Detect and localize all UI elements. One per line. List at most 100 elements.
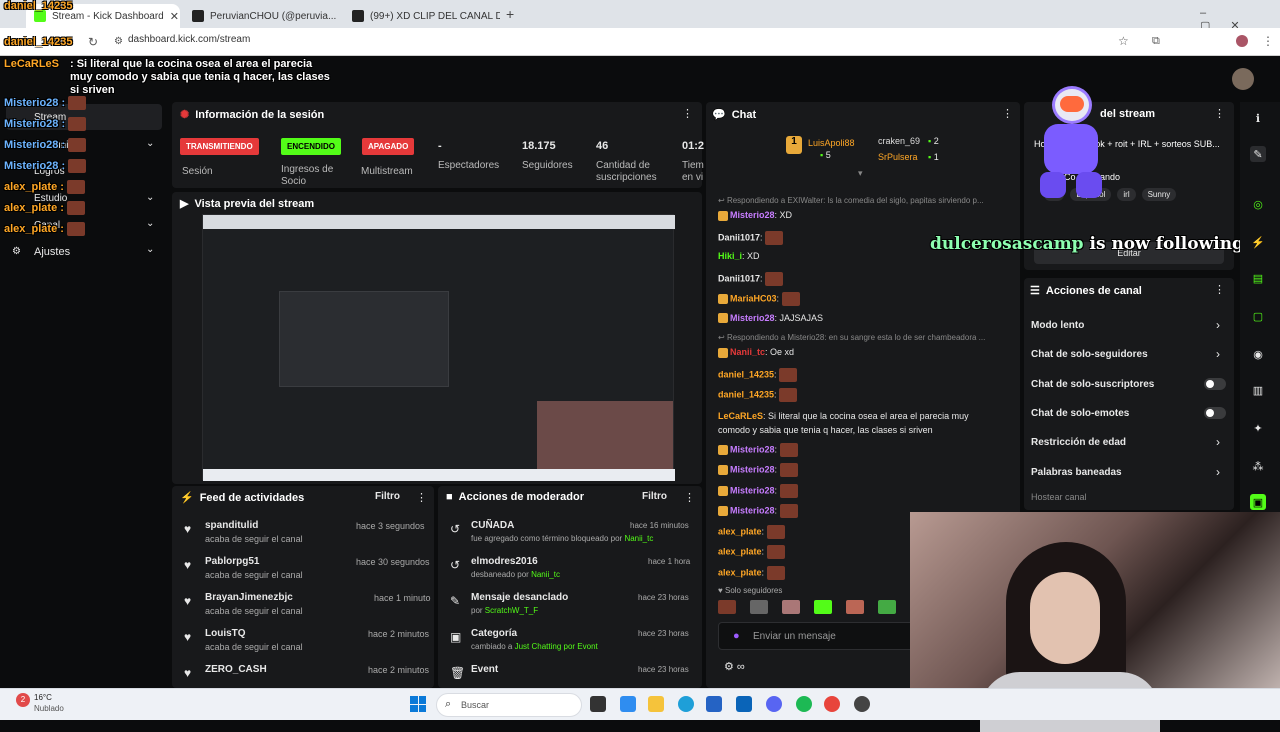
chat-username[interactable]: Hiki_i bbox=[718, 251, 742, 261]
activity-user[interactable]: spanditulid bbox=[205, 520, 258, 531]
mic-icon[interactable]: ● bbox=[733, 630, 740, 642]
chat-username[interactable]: Misterio28 bbox=[730, 313, 775, 323]
chrome-icon[interactable] bbox=[824, 696, 840, 712]
collapse-icon[interactable]: ▾ bbox=[858, 168, 863, 179]
chat-icon[interactable]: ▢ bbox=[1250, 308, 1266, 324]
host-channel[interactable]: Hostear canal bbox=[1031, 492, 1087, 502]
emote-icon[interactable] bbox=[846, 600, 864, 614]
emote-icon[interactable] bbox=[878, 600, 896, 614]
chat-username[interactable]: Misterio28 bbox=[730, 464, 775, 474]
more-icon[interactable]: ⋮ bbox=[1214, 107, 1225, 120]
emote-icon[interactable] bbox=[782, 600, 800, 614]
reload-icon[interactable]: ↻ bbox=[88, 35, 98, 49]
obs-icon[interactable] bbox=[854, 696, 870, 712]
more-icon[interactable]: ⋮ bbox=[416, 491, 427, 504]
site-info-icon[interactable]: ⚙ bbox=[114, 36, 123, 47]
chevron-right-icon[interactable]: › bbox=[1216, 318, 1220, 332]
tab-xd-clip[interactable]: (99+) XD CLIP DEL CANAL DE ✕ bbox=[344, 4, 500, 28]
windows-start-icon[interactable] bbox=[410, 696, 426, 712]
emotes-only-toggle[interactable] bbox=[1204, 407, 1226, 419]
more-icon[interactable]: ⋮ bbox=[1002, 107, 1013, 120]
chat-username[interactable]: daniel_14235 bbox=[718, 389, 774, 399]
menu-icon[interactable]: ⋮ bbox=[1262, 34, 1274, 48]
top-gifter-name[interactable]: LuisApoli88 bbox=[808, 138, 855, 148]
profile-avatar[interactable] bbox=[1236, 35, 1248, 47]
emote-icon[interactable] bbox=[718, 600, 736, 614]
close-icon[interactable]: ✕ bbox=[170, 10, 179, 23]
chat-username[interactable]: daniel_14235 bbox=[718, 369, 774, 379]
file-explorer-icon[interactable] bbox=[648, 696, 664, 712]
chevron-down-icon[interactable]: ⌄ bbox=[146, 244, 154, 255]
broadcast-icon[interactable]: ◉ bbox=[1250, 346, 1266, 362]
chat-settings-icon[interactable]: ⚙ ∞ bbox=[724, 660, 745, 673]
chat-username[interactable]: LeCaRLeS bbox=[718, 411, 763, 421]
wrench-icon[interactable]: ✦ bbox=[1250, 420, 1266, 436]
chat-username[interactable]: Danii1017 bbox=[718, 273, 760, 283]
activity-user[interactable]: LouisTQ bbox=[205, 628, 246, 639]
subscribers-only-toggle[interactable] bbox=[1204, 378, 1226, 390]
chat-username[interactable]: Nanii_tc bbox=[730, 347, 765, 357]
chevron-right-icon[interactable]: › bbox=[1216, 347, 1220, 361]
discord-icon[interactable] bbox=[766, 696, 782, 712]
chat-username[interactable]: Misterio28 bbox=[730, 444, 775, 454]
task-view-icon[interactable] bbox=[590, 696, 606, 712]
store-icon[interactable] bbox=[706, 696, 722, 712]
taskbar-search[interactable]: ⌕ Buscar bbox=[436, 693, 582, 717]
action-banned-words[interactable]: Palabras baneadas bbox=[1031, 467, 1122, 478]
more-icon[interactable]: ⋮ bbox=[1214, 283, 1225, 296]
action-followers-only[interactable]: Chat de solo-seguidores bbox=[1031, 349, 1148, 360]
top-gifter-name[interactable]: craken_69 bbox=[878, 136, 920, 146]
chat-username[interactable]: alex_plate bbox=[718, 567, 762, 577]
bolt-icon[interactable]: ⚡ bbox=[1250, 234, 1266, 250]
emote-icon[interactable] bbox=[750, 600, 768, 614]
outlook-icon[interactable] bbox=[736, 696, 752, 712]
chat-username[interactable]: alex_plate bbox=[718, 546, 762, 556]
action-age-restriction[interactable]: Restricción de edad bbox=[1031, 437, 1126, 448]
sidebar-item-ajustes[interactable]: Ajustes bbox=[34, 246, 70, 258]
add-widget-icon[interactable]: ▣ bbox=[1250, 494, 1266, 510]
top-gifter-name[interactable]: SrPulsera bbox=[878, 152, 918, 162]
list-icon[interactable]: ▤ bbox=[1250, 270, 1266, 286]
weather-temp[interactable]: 16°C bbox=[34, 693, 52, 702]
more-icon[interactable]: ⋮ bbox=[684, 491, 695, 504]
pencil-icon[interactable]: ✎ bbox=[1250, 146, 1266, 162]
layers-icon[interactable]: ▥ bbox=[1250, 382, 1266, 398]
stream-preview-video[interactable] bbox=[202, 214, 675, 481]
chat-username[interactable]: Misterio28 bbox=[730, 485, 775, 495]
user-avatar[interactable] bbox=[1232, 68, 1254, 90]
mod-user[interactable]: Nanii_tc bbox=[624, 534, 653, 543]
tab-peruvianchou[interactable]: PeruvianCHOU (@peruvia... ✕ bbox=[184, 4, 340, 28]
activity-user[interactable]: Pablorpg51 bbox=[205, 556, 259, 567]
info-icon[interactable]: ℹ bbox=[1250, 110, 1266, 126]
url-text[interactable]: dashboard.kick.com/stream bbox=[128, 34, 250, 45]
extensions-icon[interactable]: ⧉ bbox=[1152, 35, 1160, 48]
mod-user[interactable]: Nanii_tc bbox=[531, 570, 560, 579]
emote-icon[interactable] bbox=[814, 600, 832, 614]
target-icon[interactable]: ◎ bbox=[1250, 196, 1266, 212]
tag[interactable]: irl bbox=[1117, 188, 1136, 201]
new-tab-button[interactable]: + bbox=[506, 6, 514, 22]
more-icon[interactable]: ⋮ bbox=[682, 107, 693, 120]
activity-user[interactable]: BrayanJimenezbjc bbox=[205, 592, 293, 603]
chat-username[interactable]: MariaHC03 bbox=[730, 293, 777, 303]
spotify-icon[interactable] bbox=[796, 696, 812, 712]
copilot-icon[interactable] bbox=[620, 696, 636, 712]
chevron-down-icon[interactable]: ⌄ bbox=[146, 138, 154, 149]
activity-user[interactable]: ZERO_CASH bbox=[205, 664, 267, 675]
chat-username[interactable]: Misterio28 bbox=[730, 505, 775, 515]
mod-user[interactable]: ScratchW_T_F bbox=[485, 606, 538, 615]
chevron-down-icon[interactable]: ⌄ bbox=[146, 192, 154, 203]
edge-icon[interactable] bbox=[678, 696, 694, 712]
action-slow-mode[interactable]: Modo lento bbox=[1031, 320, 1084, 331]
chat-username[interactable]: alex_plate bbox=[718, 526, 762, 536]
star-icon[interactable]: ☆ bbox=[1118, 34, 1129, 48]
chat-username[interactable]: Misterio28 bbox=[730, 210, 775, 220]
chevron-down-icon[interactable]: ⌄ bbox=[146, 218, 154, 229]
chevron-right-icon[interactable]: › bbox=[1216, 435, 1220, 449]
mod-user[interactable]: Just Chatting por Evont bbox=[515, 642, 598, 651]
apps-icon[interactable]: ⁂ bbox=[1250, 458, 1266, 474]
chevron-right-icon[interactable]: › bbox=[1216, 465, 1220, 479]
filter-button[interactable]: Filtro bbox=[642, 491, 667, 502]
filter-button[interactable]: Filtro bbox=[375, 491, 400, 502]
tag[interactable]: Sunny bbox=[1141, 188, 1177, 201]
